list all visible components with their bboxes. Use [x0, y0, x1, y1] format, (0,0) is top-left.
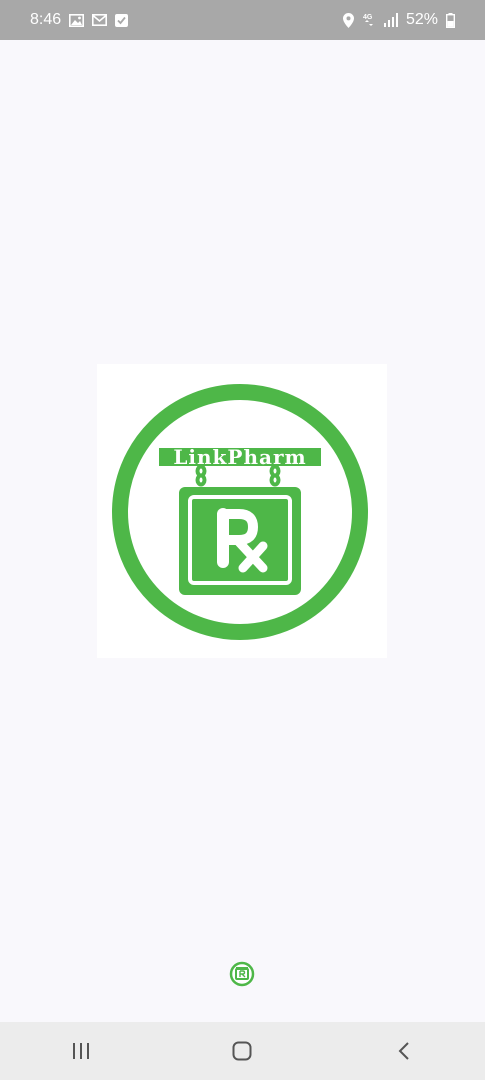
- status-right: 4G 52%: [342, 11, 455, 29]
- brand-name: LinkPharm: [173, 445, 306, 469]
- status-bar: 8:46 4G 52%: [0, 0, 485, 40]
- network-label: 4G: [363, 14, 373, 21]
- linkpharm-logo-graphic: LinkPharm Rx: [97, 364, 368, 640]
- rx-label: Rx: [97, 364, 99, 365]
- battery-level: 52%: [405, 11, 438, 28]
- app-logo: LinkPharm Rx: [97, 364, 387, 658]
- home-icon: [232, 1041, 252, 1061]
- checkbox-icon: [115, 13, 129, 27]
- image-icon: [69, 13, 85, 27]
- small-app-icon: [229, 961, 255, 987]
- location-icon: [342, 12, 354, 28]
- signal-icon: [383, 13, 398, 27]
- recent-apps-icon: [72, 1043, 89, 1059]
- splash-screen: 8:46 4G 52% LinkPharm Rx: [0, 0, 485, 1080]
- sign-chains: [195, 464, 281, 487]
- home-button[interactable]: [212, 1031, 272, 1071]
- back-icon: [398, 1042, 409, 1060]
- mail-icon: [92, 14, 108, 26]
- network-icon: 4G: [362, 12, 376, 28]
- status-time: 8:46: [30, 11, 62, 28]
- status-left: 8:46: [30, 11, 129, 29]
- navigation-bar: [0, 1022, 485, 1080]
- back-button[interactable]: [374, 1031, 434, 1071]
- battery-icon: [446, 12, 455, 28]
- recent-apps-button[interactable]: [51, 1031, 111, 1071]
